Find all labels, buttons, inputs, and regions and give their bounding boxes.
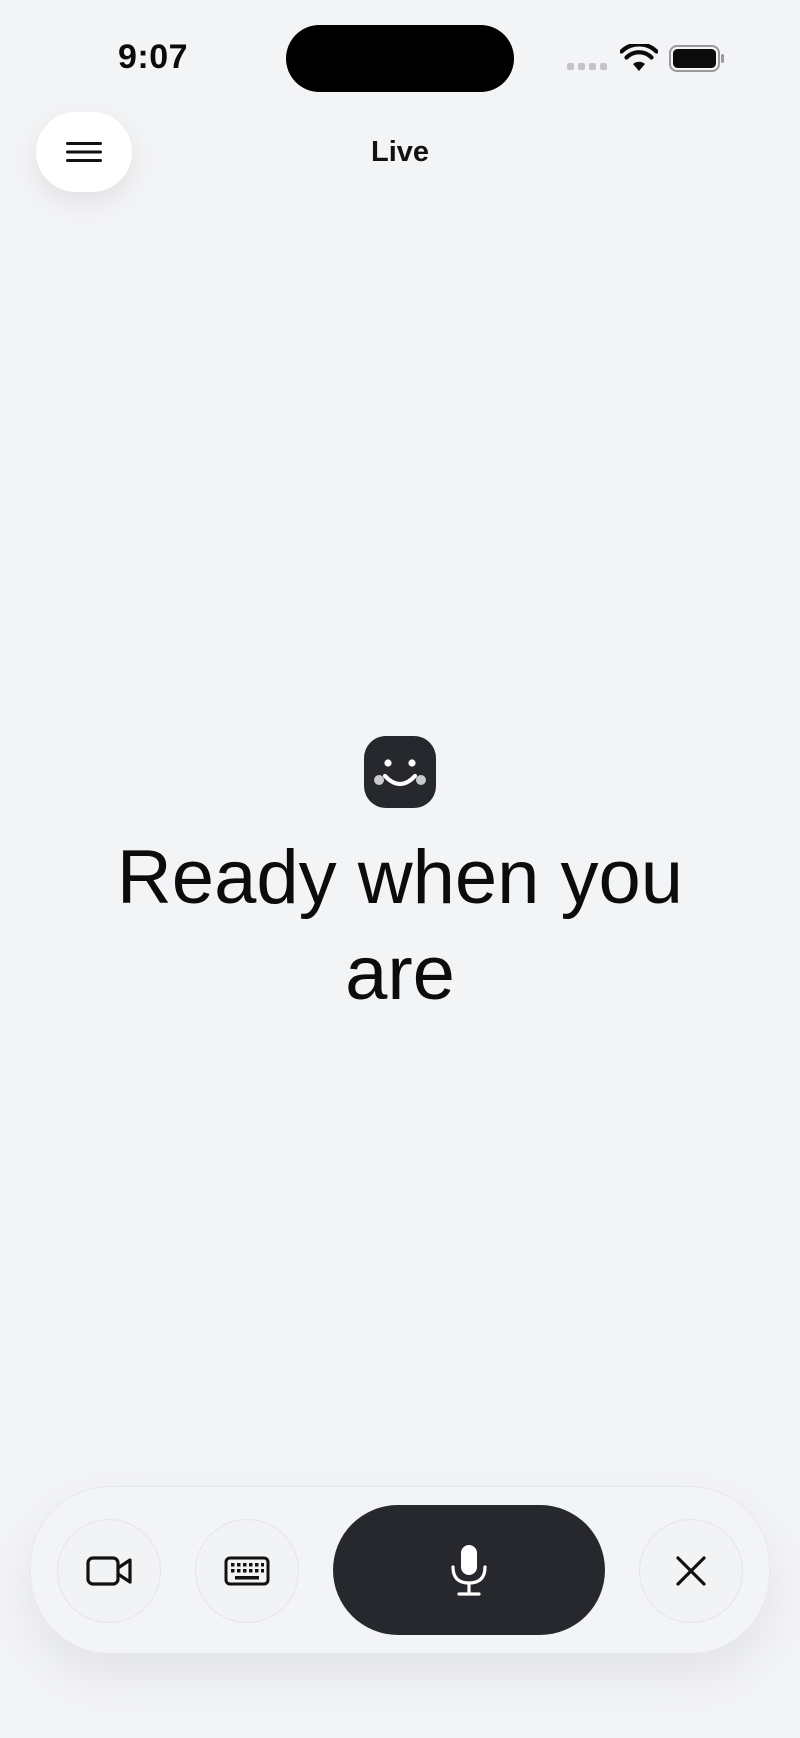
close-button[interactable] bbox=[639, 1519, 743, 1623]
control-bar bbox=[30, 1486, 770, 1654]
video-camera-icon bbox=[86, 1556, 132, 1586]
cellular-signal-icon bbox=[567, 63, 607, 70]
battery-icon bbox=[669, 45, 724, 72]
microphone-button[interactable] bbox=[333, 1505, 605, 1635]
page-title: Live bbox=[370, 136, 430, 168]
dynamic-island bbox=[286, 25, 514, 92]
status-time: 9:07 bbox=[118, 38, 189, 76]
headline: Ready when you are bbox=[116, 835, 684, 1016]
video-button[interactable] bbox=[57, 1519, 161, 1623]
live-screen: 9:07 Live Ready when you are bbox=[0, 0, 800, 1738]
microphone-icon bbox=[451, 1545, 487, 1596]
smiley-logo-icon bbox=[364, 736, 436, 808]
keyboard-button[interactable] bbox=[195, 1519, 299, 1623]
close-icon bbox=[676, 1556, 706, 1586]
wifi-icon bbox=[620, 44, 658, 71]
keyboard-icon bbox=[224, 1556, 270, 1586]
